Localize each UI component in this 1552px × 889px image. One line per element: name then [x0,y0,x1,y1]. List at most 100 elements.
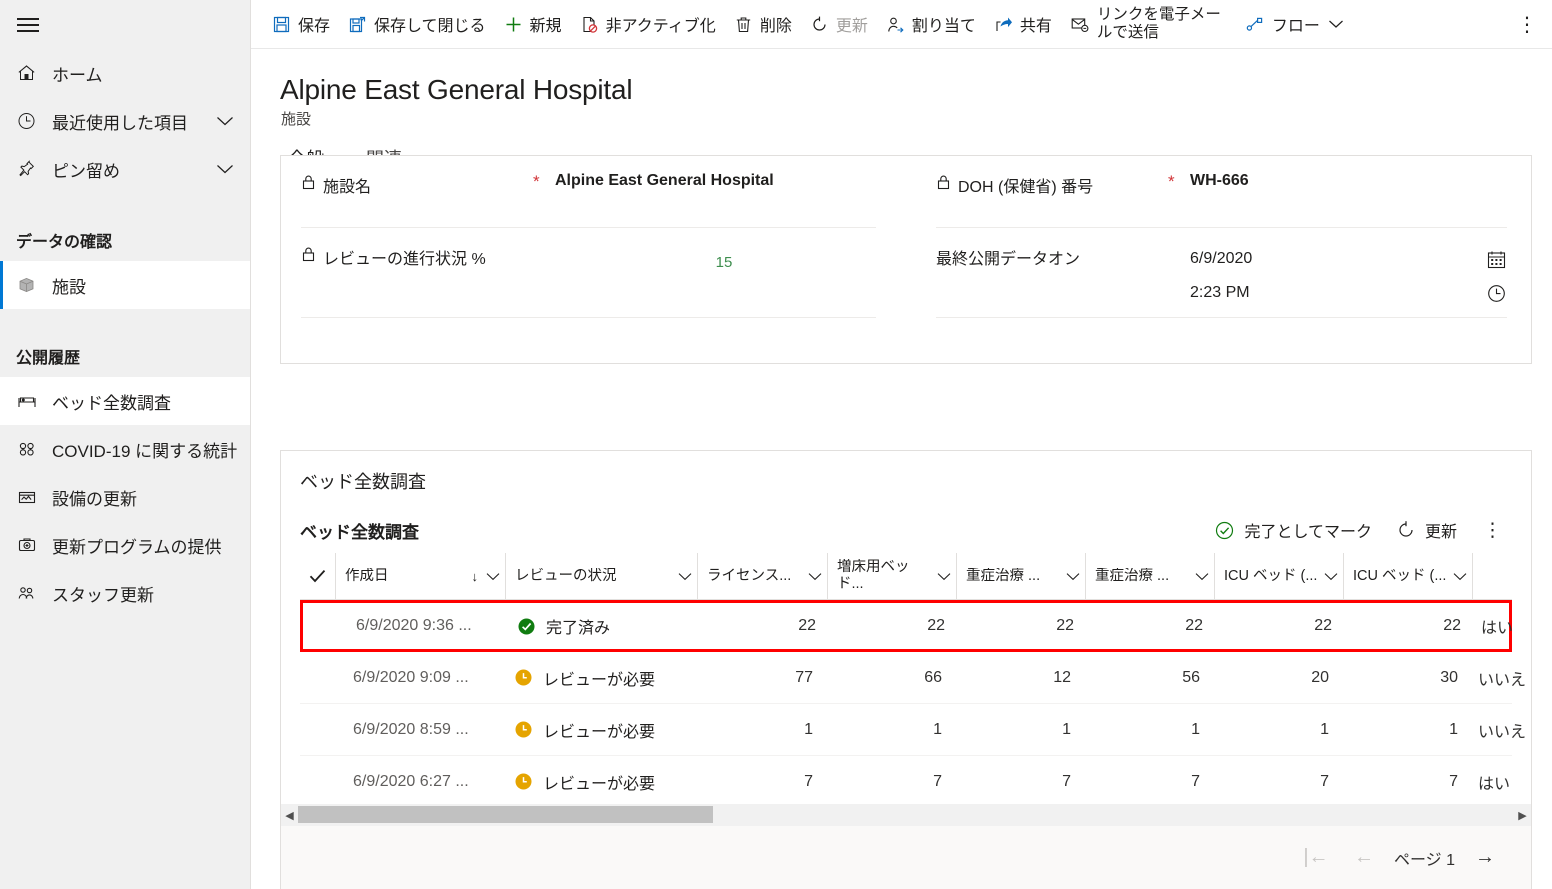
grid-command-label: 完了としてマーク [1244,524,1372,541]
column-header-licensed-beds[interactable]: ライセンス... [697,553,827,599]
chevron-down-icon[interactable] [1453,572,1467,581]
pager-first-button[interactable]: |← [1292,838,1340,878]
table-row[interactable]: 6/9/2020 8:59 ... レビューが必要 1 1 1 1 1 1 いい… [300,704,1526,756]
field-value-last-published-time[interactable]: 2:23 PM [1190,284,1250,302]
grid-overflow-button[interactable]: ⋮ [1469,513,1512,547]
delete-button[interactable]: 削除 [725,2,801,46]
save-and-close-button[interactable]: 保存して閉じる [339,2,495,46]
sidebar-item-label: ベッド全数調査 [52,393,171,413]
chevron-down-icon[interactable] [678,572,692,581]
column-header-label: 作成日 [345,567,389,584]
field-value-facility-name[interactable]: Alpine East General Hospital [555,170,876,190]
sidebar-item-staff-updates[interactable]: スタッフ更新 [0,569,250,617]
chevron-down-icon[interactable] [1324,572,1338,581]
cell-critical-care-2: 1 [1191,720,1200,738]
hamburger-bar-3 [17,30,39,32]
sidebar-item-pinned[interactable]: ピン留め [0,145,250,193]
chevron-down-icon[interactable] [1066,572,1080,581]
table-row[interactable]: 6/9/2020 9:36 ... 完了済み 22 22 22 22 22 22… [300,600,1513,652]
column-header-icu-beds-2[interactable]: ICU ベッド (... [1343,553,1472,599]
mark-complete-button[interactable]: 完了としてマーク [1202,513,1384,547]
sidebar-item-label: 設備の更新 [52,489,137,509]
table-row[interactable]: 6/9/2020 9:09 ... レビューが必要 77 66 12 56 20… [300,652,1526,704]
sidebar-item-home[interactable]: ホーム [0,49,250,97]
grid-refresh-button[interactable]: 更新 [1384,513,1469,547]
field-value-last-published-date[interactable]: 6/9/2020 [1190,250,1252,268]
column-header-created-on[interactable]: 作成日 ↓ [335,553,505,599]
clock-icon [16,110,42,132]
required-marker: * [1168,172,1175,191]
column-header-surge-beds[interactable]: 増床用ベッド... [827,553,956,599]
column-header-icu-beds-1[interactable]: ICU ベッド (... [1214,553,1343,599]
app-root: ホーム 最近使用した項目 ピン留め データの確認 施設 公開履歴 ベッド全数調査… [0,0,1552,889]
table-row[interactable]: 6/9/2020 6:27 ... レビューが必要 7 7 7 7 7 7 はい [300,756,1512,808]
assign-button[interactable]: 割り当て [877,2,985,46]
field-value-doh-number[interactable]: WH-666 [1190,170,1507,190]
sidebar-item-facility-updates[interactable]: 設備の更新 [0,473,250,521]
lock-icon [301,174,316,191]
command-bar-overflow-button[interactable]: ⋮ [1510,2,1544,46]
date-row: 6/9/2020 [1190,242,1507,276]
horizontal-scrollbar[interactable]: ◀ ▶ [281,804,1531,826]
cell-review-status: レビューが必要 [505,666,697,690]
chevron-down-icon[interactable] [808,572,822,581]
staff-icon [16,582,42,604]
cell-review-status: レビューが必要 [505,718,697,742]
sidebar-item-supply-updates[interactable]: 更新プログラムの提供 [0,521,250,569]
cell-licensed-beds: 1 [804,720,813,738]
column-header-label: 増床用ベッド... [837,559,910,592]
command-label: 割り当て [911,18,976,35]
chevron-down-icon[interactable] [1328,19,1344,29]
grid-command-group: 完了としてマーク 更新 ⋮ [1202,513,1512,547]
sidebar-group-title-review: データの確認 [16,234,113,251]
sidebar-item-facilities[interactable]: 施設 [0,261,250,309]
chevron-down-icon[interactable] [486,572,500,581]
column-header-flag[interactable] [1472,553,1531,599]
cell-licensed-beds: 77 [795,668,813,686]
table-header: 作成日 ↓ レビューの状況 ライセンス... 増床用ベッド... 重症治療 ..… [300,553,1512,600]
cell-icu-beds-2: 1 [1449,720,1458,738]
hamburger-menu-icon[interactable] [8,6,48,44]
sidebar-item-recent[interactable]: 最近使用した項目 [0,97,250,145]
grid-header-row: ベッド全数調査 完了としてマーク 更新 ⋮ [300,510,1512,550]
cell-created-on: 6/9/2020 6:27 ... [353,772,469,790]
deactivate-button[interactable]: 非アクティブ化 [571,2,725,46]
scroll-left-arrow-icon[interactable]: ◀ [281,804,298,826]
email-link-button[interactable]: リンクを電子メールで送信 [1061,2,1236,46]
column-header-critical-care-2[interactable]: 重症治療 ... [1085,553,1214,599]
select-all-checkbox[interactable] [300,553,335,599]
scrollbar-thumb[interactable] [298,806,713,823]
scroll-right-arrow-icon[interactable]: ▶ [1514,804,1531,826]
clock-icon[interactable] [1486,283,1507,304]
command-label: 共有 [1019,18,1052,35]
sidebar-item-bed-census[interactable]: ベッド全数調査 [0,377,250,425]
sidebar-item-covid-stats[interactable]: COVID-19 に関する統計 [0,425,250,473]
field-label-doh-number: DOH (保健省) 番号 [936,170,1168,197]
calendar-icon[interactable] [1486,249,1507,270]
share-button[interactable]: 共有 [985,2,1061,46]
sidebar-item-label: 施設 [52,277,86,297]
column-header-critical-care-1[interactable]: 重症治療 ... [956,553,1085,599]
pager-previous-button[interactable]: ← [1340,838,1388,878]
refresh-button[interactable]: 更新 [801,2,877,46]
cell-review-status-label: レビューが必要 [543,671,656,689]
cell-created-on: 6/9/2020 9:36 ... [356,617,472,634]
save-close-icon [348,15,367,34]
sort-descending-icon[interactable]: ↓ [472,569,479,584]
new-button[interactable]: 新規 [495,2,571,46]
scrollbar-track[interactable] [298,804,1514,826]
cell-review-status-label: 完了済み [546,620,611,637]
column-header-review-status[interactable]: レビューの状況 [505,553,697,599]
chevron-down-icon[interactable] [216,115,236,127]
cell-flag: いいえ [1478,671,1527,689]
cell-created-on: 6/9/2020 9:09 ... [353,668,469,686]
chevron-down-icon[interactable] [1195,572,1209,581]
chevron-down-icon[interactable] [937,572,951,581]
pager-next-button[interactable]: → [1461,838,1509,878]
cell-icu-beds-1: 20 [1311,668,1329,686]
save-button[interactable]: 保存 [263,2,339,46]
flow-button[interactable]: フロー [1236,2,1353,46]
cell-surge-beds: 1 [933,720,942,738]
chevron-down-icon[interactable] [216,163,236,175]
